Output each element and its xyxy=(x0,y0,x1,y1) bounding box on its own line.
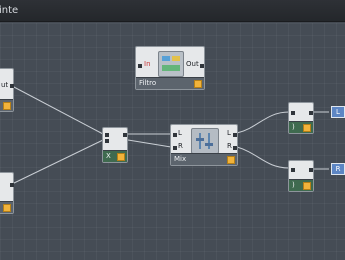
node-left-top[interactable]: ut xyxy=(0,68,14,112)
input-port[interactable] xyxy=(105,133,109,137)
output-port-r[interactable] xyxy=(233,146,237,150)
output-port[interactable] xyxy=(309,168,313,172)
mix-right-in-label: R xyxy=(178,142,183,150)
window-titlebar: inte xyxy=(0,0,345,22)
output-tab-l[interactable]: L xyxy=(331,106,345,118)
input-port[interactable] xyxy=(138,64,142,68)
x-node-title: X xyxy=(106,152,111,160)
node-status-indicator xyxy=(3,102,11,110)
node-x[interactable]: X xyxy=(102,127,128,163)
filtro-in-label: In xyxy=(144,60,151,68)
out-bottom-glyph: ) xyxy=(292,181,295,189)
output-port[interactable] xyxy=(309,111,313,115)
output-tab-r[interactable]: R xyxy=(331,163,345,175)
filtro-out-label: Out xyxy=(186,60,199,68)
filtro-title: Filtro xyxy=(139,79,157,87)
input-port[interactable] xyxy=(291,111,295,115)
input-port-l[interactable] xyxy=(173,133,177,137)
output-tab-r-label: R xyxy=(335,165,341,173)
node-status-indicator xyxy=(303,182,311,190)
mixer-icon xyxy=(191,128,219,154)
node-out-top[interactable]: ) xyxy=(288,102,314,134)
output-tab-l-label: L xyxy=(336,108,340,116)
output-port[interactable] xyxy=(200,64,204,68)
output-port-l[interactable] xyxy=(233,133,237,137)
node-status-indicator xyxy=(117,153,125,161)
port-label: ut xyxy=(1,81,9,89)
out-top-glyph: ) xyxy=(292,123,295,131)
output-port[interactable] xyxy=(123,133,127,137)
input-port[interactable] xyxy=(291,168,295,172)
node-filtro[interactable]: In Out Filtro xyxy=(135,46,205,90)
input-port[interactable] xyxy=(105,139,109,143)
mix-right-out-label: R xyxy=(227,142,232,150)
node-status-indicator xyxy=(194,80,202,88)
mix-title: Mix xyxy=(174,155,187,163)
node-mix[interactable]: L R L R Mix xyxy=(170,124,238,166)
window-title: inte xyxy=(0,5,19,16)
node-status-indicator xyxy=(227,156,235,164)
input-port-r[interactable] xyxy=(173,146,177,150)
filter-icon xyxy=(158,51,184,77)
output-port[interactable] xyxy=(10,84,14,88)
output-port[interactable] xyxy=(10,183,14,187)
mix-left-in-label: L xyxy=(178,129,182,137)
mix-left-out-label: L xyxy=(227,129,231,137)
node-left-bottom[interactable] xyxy=(0,172,14,214)
node-status-indicator xyxy=(3,204,11,212)
node-status-indicator xyxy=(303,124,311,132)
node-out-bottom[interactable]: ) xyxy=(288,160,314,192)
